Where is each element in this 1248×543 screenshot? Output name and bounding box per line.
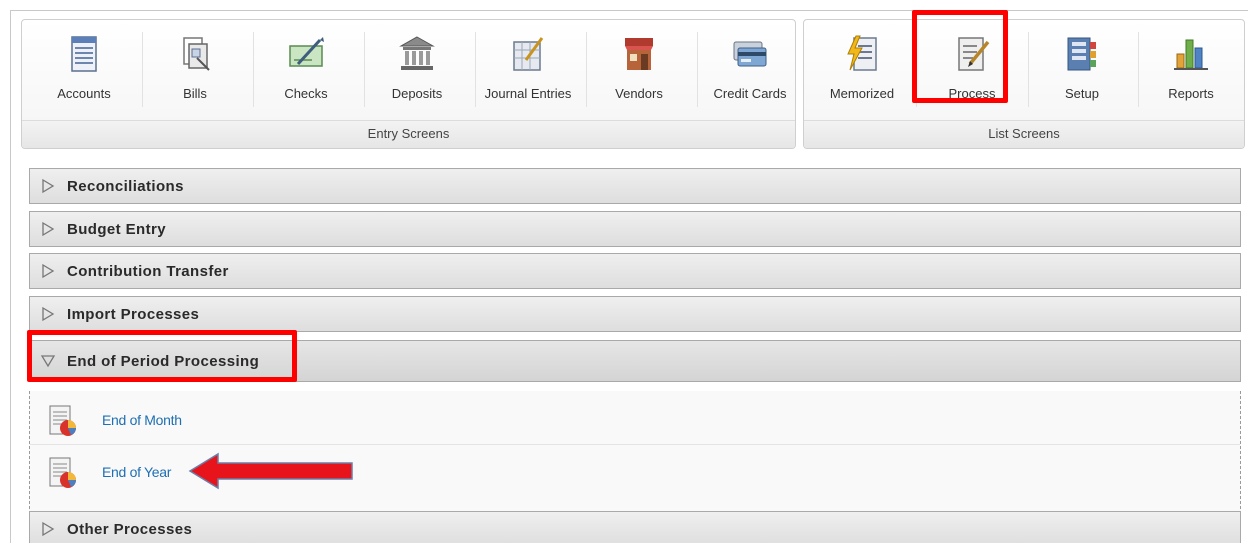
tool-label: Credit Cards	[713, 86, 787, 101]
checks-icon	[289, 37, 324, 67]
deposits-icon	[399, 36, 435, 70]
tool-label: Memorized	[829, 86, 895, 101]
section-import-processes[interactable]: Import Processes	[29, 296, 1241, 332]
deposits-button[interactable]: Deposits	[367, 28, 467, 118]
tool-label: Deposits	[391, 86, 443, 101]
tool-label: Accounts	[57, 86, 111, 101]
reports-icon	[1174, 39, 1208, 70]
triangle-right-icon	[42, 306, 55, 322]
accounts-icon	[71, 36, 97, 72]
section-title: Import Processes	[67, 306, 200, 323]
triangle-right-icon	[42, 178, 55, 194]
journal-entries-icon	[513, 37, 544, 71]
checks-button[interactable]: Checks	[256, 28, 356, 118]
section-budget-entry[interactable]: Budget Entry	[29, 211, 1241, 247]
reports-button[interactable]: Reports	[1141, 28, 1241, 118]
left-arrow-icon	[188, 452, 353, 490]
entry-screens-group: Accounts Bills Checks Deposits Journal E…	[21, 19, 796, 149]
journal-entries-button[interactable]: Journal Entries	[478, 28, 578, 118]
tool-label: Reports	[1168, 86, 1214, 101]
section-title: Budget Entry	[67, 221, 166, 238]
credit-cards-icon	[733, 41, 767, 67]
memorized-button[interactable]: Memorized	[812, 28, 912, 118]
memorized-icon	[847, 35, 877, 71]
section-contribution-transfer[interactable]: Contribution Transfer	[29, 253, 1241, 289]
report-process-icon	[49, 405, 76, 436]
list-screens-caption: List Screens	[804, 120, 1244, 148]
tool-label: Setup	[1065, 86, 1099, 101]
bills-icon	[183, 37, 210, 71]
tool-label: Checks	[284, 86, 328, 101]
process-highlight-box	[912, 10, 1008, 103]
section-title: Reconciliations	[67, 178, 184, 195]
accounts-button[interactable]: Accounts	[34, 28, 134, 118]
end-of-year-link[interactable]: End of Year	[102, 464, 171, 480]
section-other-processes[interactable]: Other Processes	[29, 511, 1241, 543]
triangle-right-icon	[42, 221, 55, 237]
entry-screens-caption: Entry Screens	[22, 120, 795, 148]
setup-button[interactable]: Setup	[1032, 28, 1132, 118]
triangle-right-icon	[42, 263, 55, 279]
ribbon-toolbar: Accounts Bills Checks Deposits Journal E…	[21, 11, 1248, 157]
tool-label: Vendors	[615, 86, 663, 101]
tool-label: Bills	[183, 86, 207, 101]
section-reconciliations[interactable]: Reconciliations	[29, 168, 1241, 204]
report-process-icon	[49, 457, 76, 488]
list-screens-group: Memorized Process Setup Reports List Scr…	[803, 19, 1245, 149]
section-title: Contribution Transfer	[67, 263, 229, 280]
end-of-month-link[interactable]: End of Month	[102, 412, 182, 428]
bills-button[interactable]: Bills	[145, 28, 245, 118]
triangle-right-icon	[42, 521, 55, 537]
setup-icon	[1067, 37, 1096, 71]
credit-cards-button[interactable]: Credit Cards	[700, 28, 800, 118]
vendors-icon	[625, 38, 653, 70]
list-item-end-of-month[interactable]: End of Month	[30, 395, 1240, 445]
vendors-button[interactable]: Vendors	[589, 28, 689, 118]
tool-label: Journal Entries	[484, 86, 572, 101]
section-title: Other Processes	[67, 521, 193, 538]
end-of-period-highlight-box	[27, 330, 297, 382]
